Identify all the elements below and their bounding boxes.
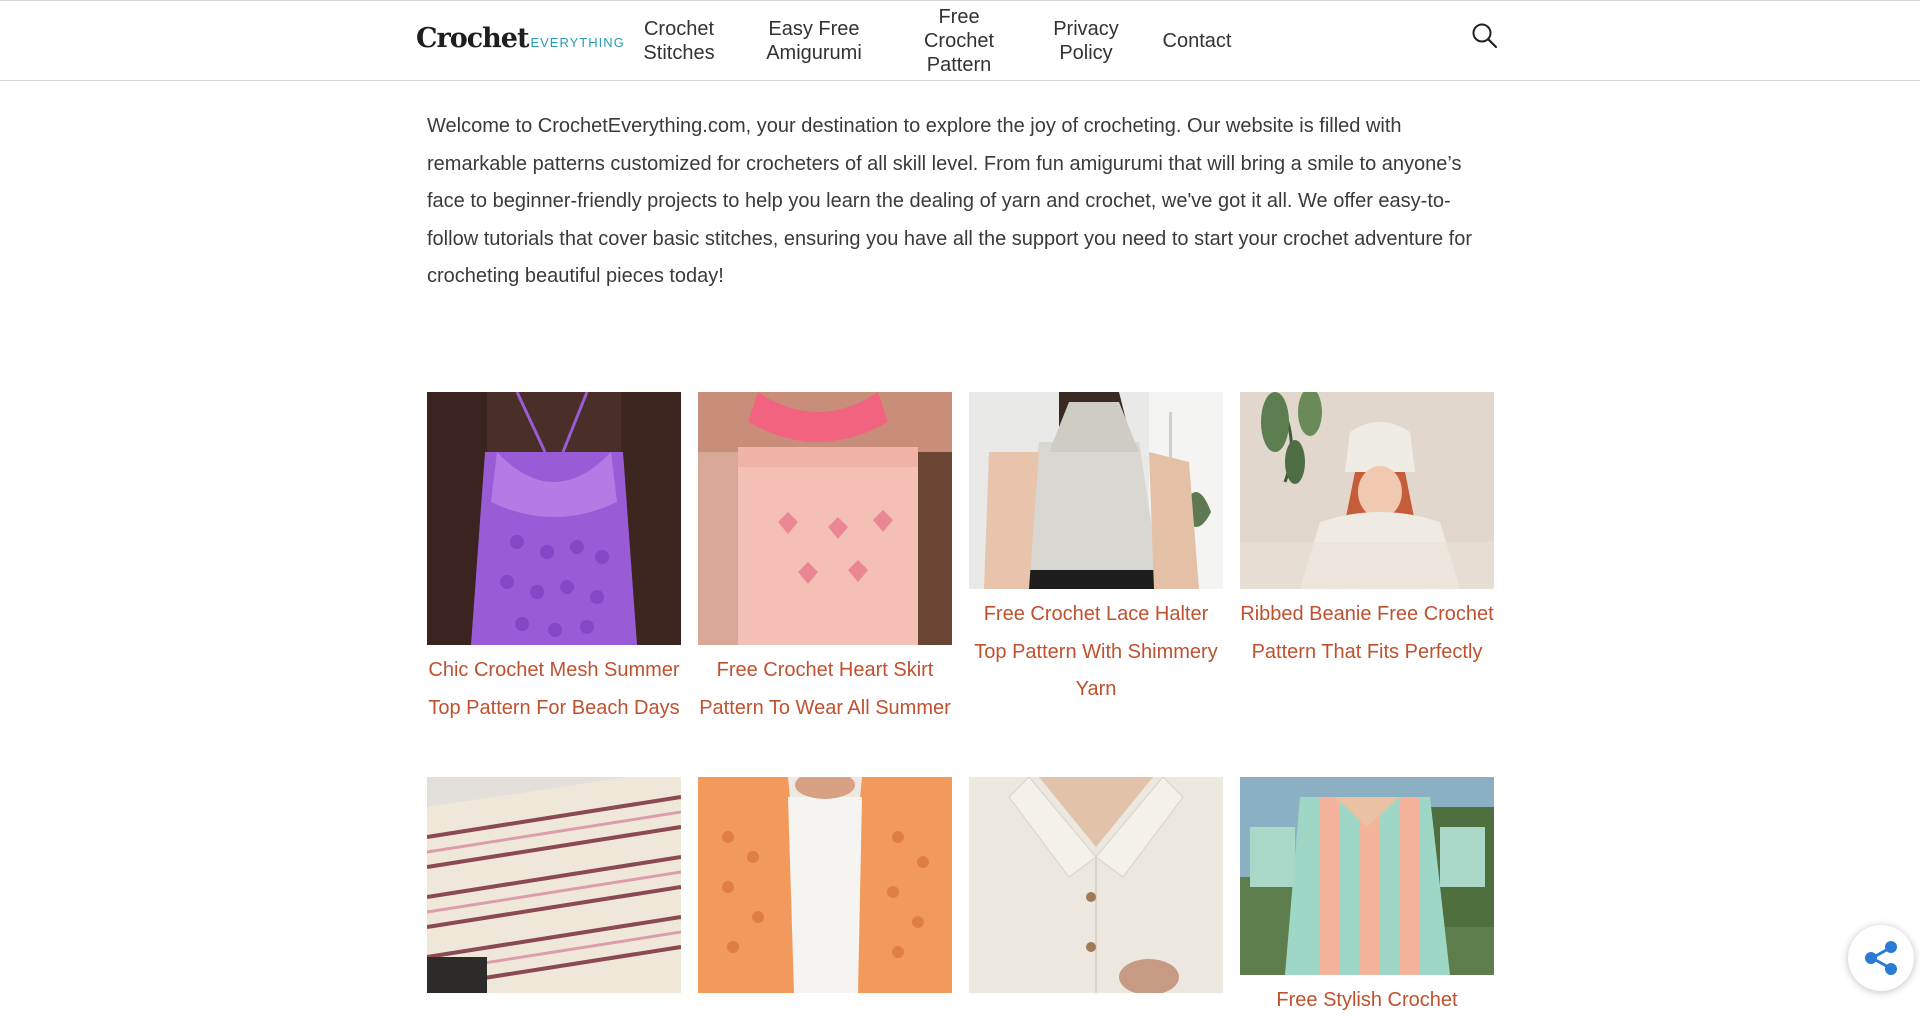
post-card xyxy=(427,777,681,1000)
post-thumbnail[interactable] xyxy=(427,392,681,645)
post-thumbnail[interactable] xyxy=(427,777,681,993)
nav-item-crochet-stitches[interactable]: Crochet Stitches xyxy=(624,1,734,80)
nav-label-line: Amigurumi xyxy=(766,41,862,64)
nav-label-line: Free xyxy=(938,5,980,28)
nav-item-contact[interactable]: Contact xyxy=(1152,1,1242,80)
nav-item-free-crochet-pattern[interactable]: Free Crochet Pattern xyxy=(904,1,1014,80)
nav-label-line: Contact xyxy=(1162,29,1232,52)
nav-item-easy-free-amigurumi[interactable]: Easy Free Amigurumi xyxy=(754,1,874,80)
share-icon xyxy=(1865,941,1897,975)
search-button[interactable] xyxy=(1470,21,1500,51)
post-card: Ribbed Beanie Free Crochet Pattern That … xyxy=(1240,392,1494,671)
nav-label-line: Privacy xyxy=(1053,17,1119,40)
post-title-link[interactable]: Free Stylish Crochet xyxy=(1240,982,1494,1020)
post-thumbnail[interactable] xyxy=(698,392,952,645)
nav-item-privacy-policy[interactable]: Privacy Policy xyxy=(1036,1,1136,80)
site-logo[interactable]: Crochet EVERYTHING xyxy=(416,23,625,54)
post-title-link[interactable]: Free Crochet Lace Halter Top Pattern Wit… xyxy=(969,596,1223,709)
post-thumbnail[interactable] xyxy=(969,777,1223,993)
post-card: Chic Crochet Mesh Summer Top Pattern For… xyxy=(427,392,681,727)
post-title-link[interactable]: Chic Crochet Mesh Summer Top Pattern For… xyxy=(427,652,681,727)
post-card xyxy=(698,777,952,1000)
post-card: Free Crochet Lace Halter Top Pattern Wit… xyxy=(969,392,1223,709)
nav-label-line: Crochet xyxy=(643,17,715,40)
post-card: Free Crochet Heart Skirt Pattern To Wear… xyxy=(698,392,952,727)
share-button[interactable] xyxy=(1848,925,1914,991)
post-thumbnail[interactable] xyxy=(1240,777,1494,975)
intro-paragraph: Welcome to CrochetEverything.com, your d… xyxy=(427,115,1473,287)
post-title-link[interactable]: Ribbed Beanie Free Crochet Pattern That … xyxy=(1240,596,1494,671)
logo-subtext: EVERYTHING xyxy=(530,35,625,50)
nav-label-line: Stitches xyxy=(643,41,715,64)
nav-label-line: Pattern xyxy=(926,53,992,76)
post-thumbnail[interactable] xyxy=(1240,392,1494,589)
nav-label-line: Easy Free xyxy=(768,17,860,40)
site-header: Crochet EVERYTHING Crochet Stitches Easy… xyxy=(0,1,1920,81)
post-thumbnail[interactable] xyxy=(969,392,1223,589)
search-icon xyxy=(1472,23,1498,49)
logo-text: Crochet xyxy=(416,23,529,54)
post-thumbnail[interactable] xyxy=(698,777,952,993)
nav-label-line: Crochet xyxy=(923,29,995,52)
post-card: Free Stylish Crochet xyxy=(1240,777,1494,1020)
post-card xyxy=(969,777,1223,1000)
post-title-link[interactable]: Free Crochet Heart Skirt Pattern To Wear… xyxy=(698,652,952,727)
nav-label-line: Policy xyxy=(1059,41,1113,64)
